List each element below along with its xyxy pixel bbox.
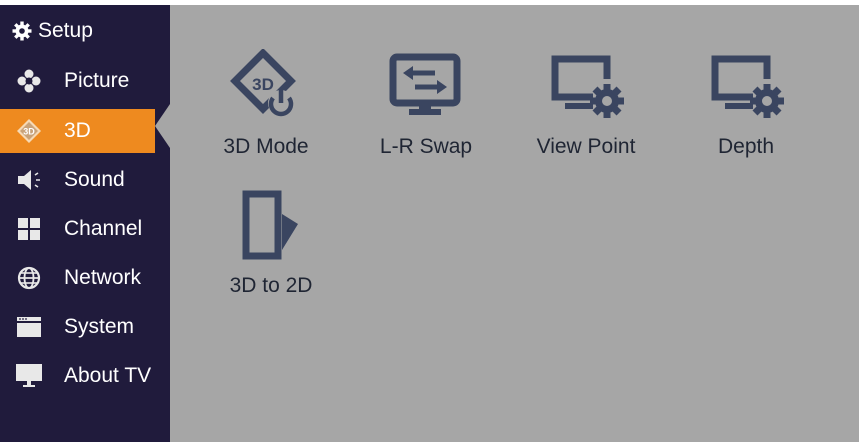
tile-label: View Point [536,135,636,158]
svg-text:3D: 3D [252,75,274,94]
monitor-icon [16,363,42,389]
sidebar-item-label: Sound [64,168,125,191]
sidebar-item-label: Network [64,266,142,289]
swap-monitor-icon [381,49,471,129]
main-panel: 3D 3D Mode L-R Swap View Point Depth 3D … [155,5,859,442]
3d-badge-icon: 3D [16,118,42,144]
tile-label: 3D to 2D [229,274,313,297]
grid-icon [16,216,42,242]
monitor-gear-icon [541,49,631,129]
fold-page-icon [226,188,316,268]
window-icon [16,314,42,340]
setup-header: Setup [0,13,170,49]
3d-power-icon: 3D [221,49,311,129]
sidebar-item-channel[interactable]: Channel [0,207,170,251]
tile-3d-to-2d[interactable]: 3D to 2D [206,188,336,308]
tile-view-point[interactable]: View Point [521,49,651,169]
svg-text:3D: 3D [23,127,35,137]
gear-icon [12,21,32,41]
tile-label: 3D Mode [223,135,309,158]
sidebar-item-label: About TV [64,364,152,387]
tile-3d-mode[interactable]: 3D 3D Mode [201,49,331,169]
setup-title: Setup [38,19,93,42]
globe-icon [16,265,42,291]
tile-lr-swap[interactable]: L-R Swap [361,49,491,169]
monitor-gear-icon [701,49,791,129]
sidebar: Setup Picture 3D 3D Sound Channel Networ… [0,5,170,442]
tile-label: Depth [717,135,775,158]
speaker-icon [16,167,42,193]
tile-depth[interactable]: Depth [681,49,811,169]
sidebar-item-label: System [64,315,135,338]
sidebar-item-label: Picture [64,69,130,92]
tile-label: L-R Swap [379,135,473,158]
sidebar-item-3d[interactable]: 3D 3D [0,109,155,153]
sidebar-item-system[interactable]: System [0,305,170,349]
active-indicator [155,104,170,148]
sidebar-item-network[interactable]: Network [0,256,170,300]
sidebar-item-picture[interactable]: Picture [0,59,170,103]
sidebar-item-label: Channel [64,217,143,240]
sidebar-item-sound[interactable]: Sound [0,158,170,202]
flower-icon [16,68,42,94]
sidebar-item-label: 3D [64,119,91,142]
sidebar-item-about-tv[interactable]: About TV [0,354,170,398]
